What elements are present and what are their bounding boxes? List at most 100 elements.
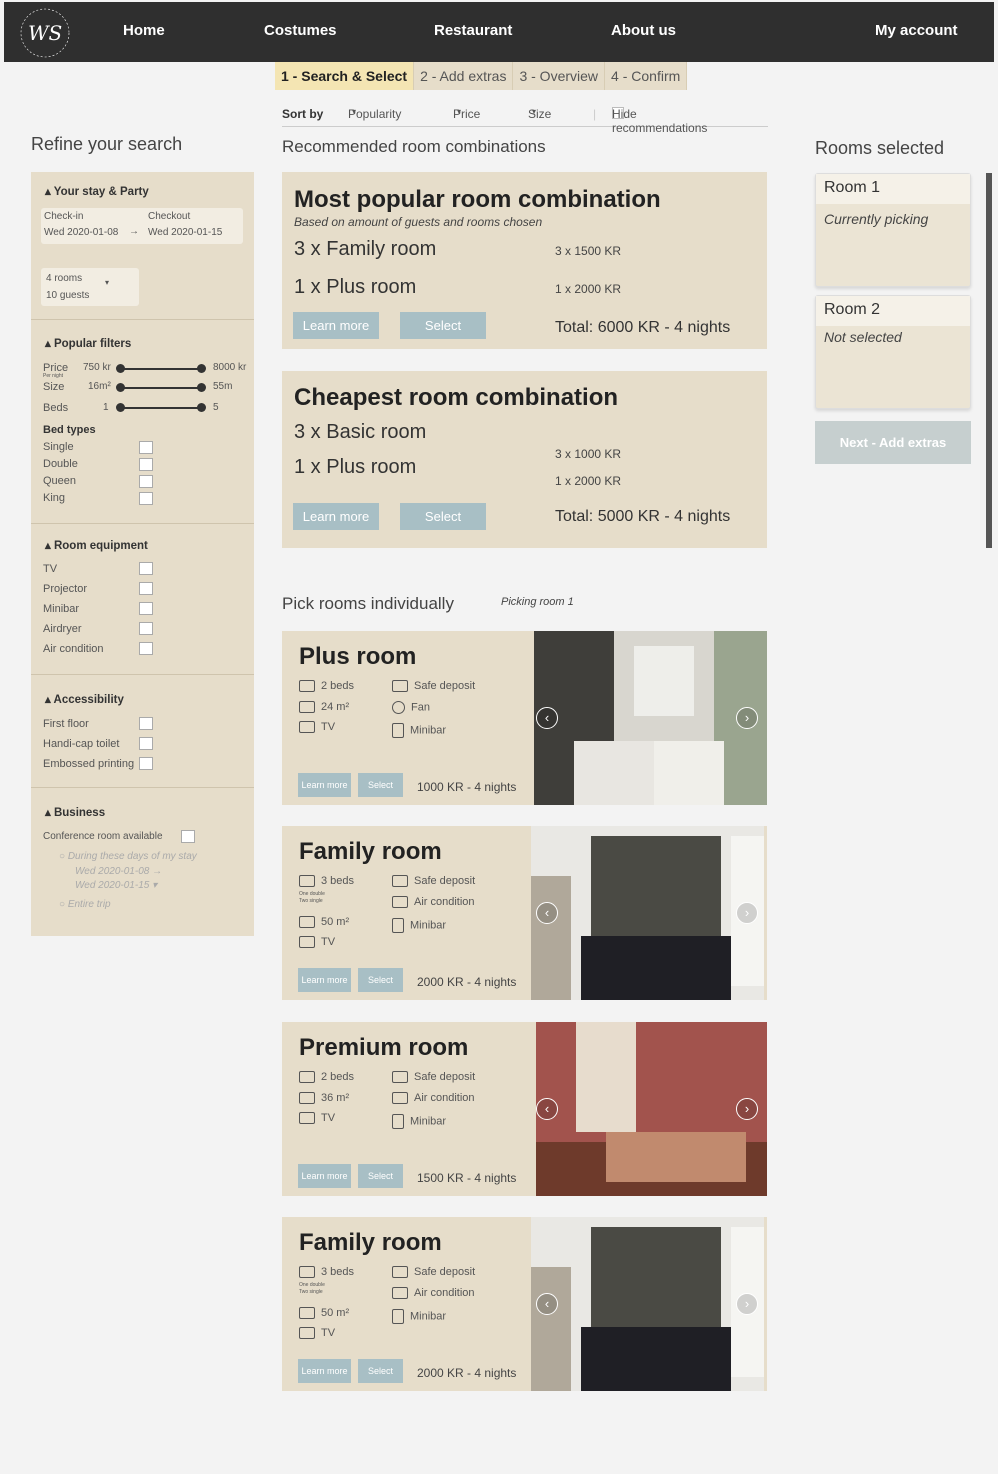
room-2-title: Room 2 [816,296,970,326]
chevron-right-icon[interactable]: › [736,1293,758,1315]
size-feature: 24 m² [299,701,349,714]
room-photo [536,1022,767,1196]
nav-restaurant[interactable]: Restaurant [434,22,512,39]
beds-feature: 3 beds [299,1266,354,1279]
combination-price: 3 x 1500 KR [555,244,622,258]
beds-slider-max-handle[interactable] [197,403,206,412]
minibar-feature: Minibar [392,1114,446,1129]
size-text: 50 m² [321,1307,350,1319]
cheapest-select-button[interactable]: Select [400,503,486,530]
ac-feature: Air condition [392,1287,475,1300]
equipment-airdryer-checkbox[interactable] [139,622,153,635]
business-end-date-label: Wed 2020-01-15 [75,880,150,891]
room-select-button[interactable]: Select [358,968,403,992]
ac-feature: Air condition [392,896,475,909]
beds-label: Beds [43,402,69,414]
stay-section-title: Your stay & Party [53,186,149,198]
room-2-slot[interactable]: Room 2 Not selected [815,295,971,409]
chevron-left-icon[interactable]: ‹ [536,902,558,924]
room-learn-more-button[interactable]: Learn more [298,968,351,992]
step-search-select[interactable]: 1 - Search & Select [275,62,415,90]
embossed-printing-checkbox[interactable] [139,757,153,770]
room-card: Premium room 2 beds 36 m² TV Safe deposi… [282,1022,767,1196]
during-stay-option[interactable]: ○ During these days of my stay [59,851,197,862]
popular-combination-card: Most popular room combination Based on a… [282,172,767,349]
fan-feature: Fan [392,701,430,714]
chevron-right-icon[interactable]: › [736,1098,758,1120]
picking-room-indicator: Picking room 1 [501,596,574,608]
business-end-date[interactable]: Wed 2020-01-15 ▾ [75,880,157,891]
chevron-down-icon: ▾ [532,107,537,116]
chevron-right-icon[interactable]: › [736,707,758,729]
price-slider-max-handle[interactable] [197,364,206,373]
equipment-minibar-checkbox[interactable] [139,602,153,615]
accessibility-section-toggle[interactable]: ▴ Accessibility [45,692,124,706]
next-add-extras-button[interactable]: Next - Add extras [815,421,971,464]
tv-feature: TV [299,1112,335,1125]
combination-line: 3 x Basic room [294,421,427,443]
checkin-value: Wed 2020-01-08 [44,227,119,238]
room-1-status: Currently picking [824,211,929,227]
room-learn-more-button[interactable]: Learn more [298,1359,351,1383]
room-select-button[interactable]: Select [358,773,403,797]
logo-text: WS [28,21,62,45]
step-confirm[interactable]: 4 - Confirm [605,62,688,90]
beds-slider-min-handle[interactable] [116,403,125,412]
first-floor-checkbox[interactable] [139,717,153,730]
room-title: Family room [299,1229,442,1256]
nav-home[interactable]: Home [123,22,165,39]
safe-icon [392,1266,408,1279]
popular-learn-more-button[interactable]: Learn more [293,312,379,339]
equipment-tv-checkbox[interactable] [139,562,153,575]
date-picker[interactable]: Check-in Checkout Wed 2020-01-08 → Wed 2… [41,208,243,244]
nav-my-account[interactable]: My account [875,22,958,39]
step-overview[interactable]: 3 - Overview [513,62,606,90]
conference-room-checkbox[interactable] [181,830,195,843]
bed-type-label: Queen [43,475,77,487]
bed-note-line: One double [299,1282,325,1288]
chevron-left-icon[interactable]: ‹ [536,1098,558,1120]
bed-type-double-checkbox[interactable] [139,458,153,471]
cheapest-combination-card: Cheapest room combination 3 x Basic room… [282,371,767,548]
chevron-right-icon[interactable]: › [736,902,758,924]
beds-feature: 2 beds [299,1071,354,1084]
room-select-button[interactable]: Select [358,1164,403,1188]
popular-select-button[interactable]: Select [400,312,486,339]
room-learn-more-button[interactable]: Learn more [298,1164,351,1188]
nav-about[interactable]: About us [611,22,676,39]
equipment-aircondition-checkbox[interactable] [139,642,153,655]
equipment-section: ▴ Room equipment TV Projector Minibar Ai… [31,524,254,675]
room-card: Family room 3 beds One double Two single … [282,1217,767,1391]
entire-trip-option[interactable]: ○ Entire trip [59,899,111,910]
room-learn-more-button[interactable]: Learn more [298,773,351,797]
size-feature: 50 m² [299,1307,350,1320]
bed-type-king-checkbox[interactable] [139,492,153,505]
handicap-toilet-checkbox[interactable] [139,737,153,750]
business-section-toggle[interactable]: ▴ Business [45,805,105,819]
room-card: Plus room 2 beds 24 m² TV Safe deposit F… [282,631,767,805]
popular-filters-toggle[interactable]: ▴ Popular filters [45,336,131,350]
cheapest-learn-more-button[interactable]: Learn more [293,503,379,530]
scrollbar[interactable] [986,173,992,548]
party-selector[interactable]: 4 rooms 10 guests ▾ [41,268,139,306]
minibar-feature: Minibar [392,1309,446,1324]
logo-icon[interactable]: WS [18,6,72,60]
size-feature: 36 m² [299,1092,349,1105]
size-slider-min-handle[interactable] [116,383,125,392]
step-add-extras[interactable]: 2 - Add extras [414,62,514,90]
room-select-button[interactable]: Select [358,1359,403,1383]
price-slider-min-handle[interactable] [116,364,125,373]
equipment-section-title: Room equipment [53,540,148,552]
chevron-left-icon[interactable]: ‹ [536,707,558,729]
chevron-left-icon[interactable]: ‹ [536,1293,558,1315]
stay-section-toggle[interactable]: ▴ Your stay & Party [45,184,149,198]
nav-costumes[interactable]: Costumes [264,22,337,39]
room-1-slot[interactable]: Room 1 Currently picking [815,173,971,287]
bed-type-single-checkbox[interactable] [139,441,153,454]
bed-type-queen-checkbox[interactable] [139,475,153,488]
size-slider-max-handle[interactable] [197,383,206,392]
equipment-projector-checkbox[interactable] [139,582,153,595]
size-feature: 50 m² [299,916,349,929]
equipment-section-toggle[interactable]: ▴ Room equipment [45,538,148,552]
beds-max: 5 [213,402,219,413]
